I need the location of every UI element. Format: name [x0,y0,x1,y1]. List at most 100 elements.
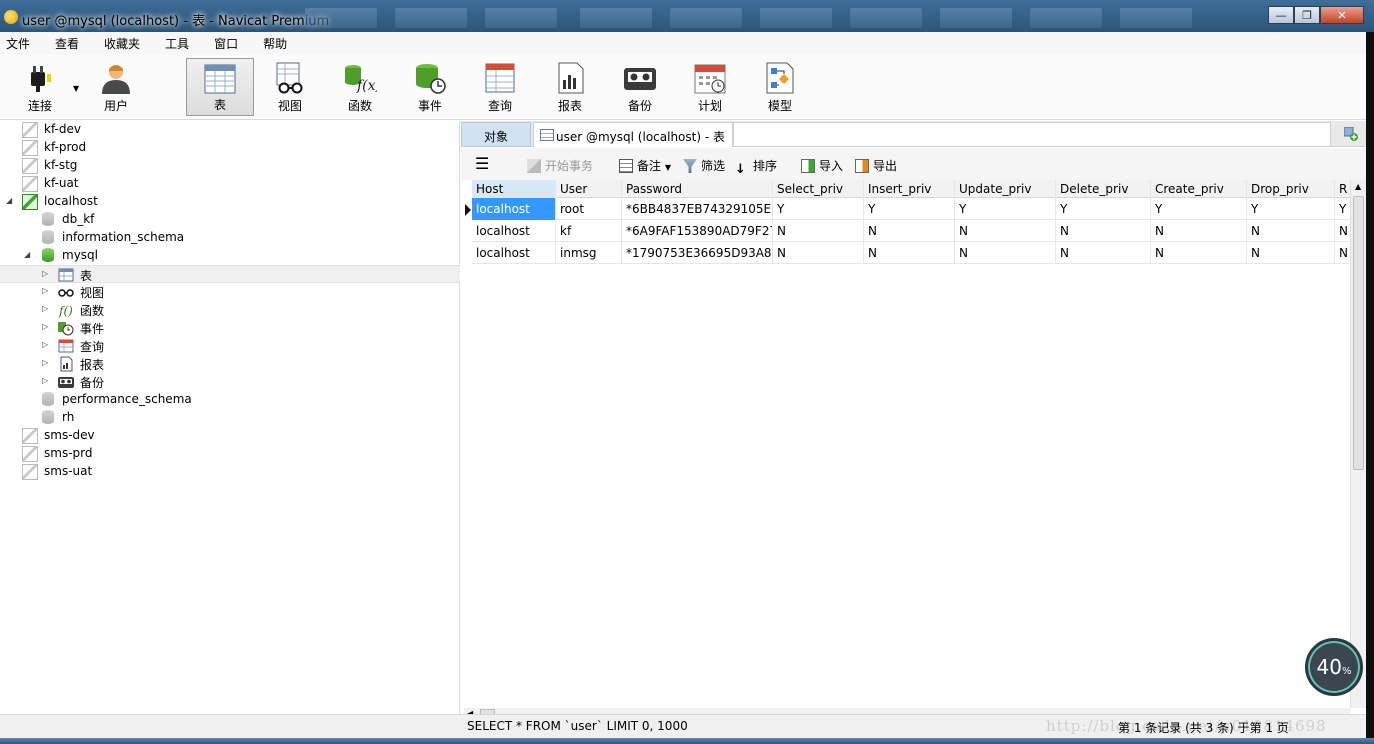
menu-tools[interactable]: 工具 [159,32,196,54]
cell-user[interactable]: kf [556,220,622,242]
column-header-drop-priv[interactable]: Drop_priv [1247,180,1335,198]
cell-select-priv[interactable]: N [773,220,864,242]
cell-delete-priv[interactable]: Y [1056,198,1151,220]
cell-password[interactable]: *1790753E36695D93A8EB [622,242,773,264]
vertical-scroll-thumb[interactable] [1353,196,1364,470]
column-header-create-priv[interactable]: Create_priv [1151,180,1247,198]
tree-item-sms-prd[interactable]: sms-prd [0,445,460,463]
event-button[interactable]: 事件 [396,58,464,116]
import-button[interactable]: 导入 [801,157,843,174]
expand-arrow-icon[interactable]: ▷ [42,376,52,385]
tab-user-table[interactable]: user @mysql (localhost) - 表 [533,122,733,147]
table-button[interactable]: 表 [186,58,254,116]
export-button[interactable]: 导出 [855,157,897,174]
cell-insert-priv[interactable]: Y [864,198,955,220]
connect-dropdown-icon[interactable]: ▼ [73,84,79,93]
hamburger-menu-icon[interactable]: ☰ [475,154,489,173]
cell-user[interactable]: root [556,198,622,220]
table-row[interactable]: localhost root *6BB4837EB74329105EE4 Y Y… [472,198,1350,220]
menu-view[interactable]: 查看 [49,32,86,54]
expand-arrow-icon[interactable]: ▷ [42,286,52,295]
column-header-select-priv[interactable]: Select_priv [773,180,864,198]
tab-objects[interactable]: 对象 [461,122,531,147]
tree-item-reports[interactable]: ▷ 报表 [0,355,460,373]
view-button[interactable]: 视图 [256,58,324,116]
expand-arrow-icon[interactable]: ▷ [42,340,52,349]
tree-item-tables[interactable]: ▷ 表 [0,265,460,283]
close-button[interactable]: ✕ [1320,6,1364,24]
cell-host[interactable]: localhost [472,198,556,220]
cell-select-priv[interactable]: N [773,242,864,264]
user-button[interactable]: 用户 [82,58,150,116]
collapse-arrow-icon[interactable]: ◢ [6,196,16,205]
memo-dropdown-icon[interactable]: ▼ [665,163,671,172]
memo-button[interactable]: 备注 ▼ [619,157,671,174]
cell-create-priv[interactable]: Y [1151,198,1247,220]
menu-favorites[interactable]: 收藏夹 [98,32,147,54]
collapse-arrow-icon[interactable]: ◢ [24,250,34,259]
menu-window[interactable]: 窗口 [208,32,245,54]
cell-delete-priv[interactable]: N [1056,220,1151,242]
begin-transaction-button[interactable]: 开始事务 [527,157,593,174]
cell-delete-priv[interactable]: N [1056,242,1151,264]
vertical-scrollbar[interactable]: ▲ [1350,180,1366,708]
cell-insert-priv[interactable]: N [864,242,955,264]
filter-button[interactable]: 筛选 [683,157,725,174]
cell-drop-priv[interactable]: Y [1247,198,1335,220]
tree-item-kf-dev[interactable]: kf-dev [0,121,460,139]
cell-update-priv[interactable]: N [955,242,1056,264]
expand-arrow-icon[interactable]: ▷ [42,269,52,278]
tree-item-views[interactable]: ▷ 视图 [0,283,460,301]
cell-user[interactable]: inmsg [556,242,622,264]
tree-item-kf-prod[interactable]: kf-prod [0,139,460,157]
tree-item-information_schema[interactable]: information_schema [0,229,460,247]
new-tab-icon[interactable] [1344,127,1358,141]
column-header-user[interactable]: User [556,180,622,198]
cell-update-priv[interactable]: N [955,220,1056,242]
column-header-r[interactable]: R [1335,180,1350,198]
tree-item-functions[interactable]: ▷ f() 函数 [0,301,460,319]
cell-password[interactable]: *6BB4837EB74329105EE4 [622,198,773,220]
function-button[interactable]: f(x) 函数 [326,58,394,116]
minimize-button[interactable]: — [1268,6,1294,24]
column-header-delete-priv[interactable]: Delete_priv [1056,180,1151,198]
expand-arrow-icon[interactable]: ▷ [42,358,52,367]
tree-item-kf-stg[interactable]: kf-stg [0,157,460,175]
schedule-button[interactable]: 计划 [676,58,744,116]
tree-item-mysql[interactable]: ◢ mysql [0,247,460,265]
sort-button[interactable]: ↓ 排序 [735,157,777,177]
cell-r[interactable]: N [1335,242,1350,264]
cell-r[interactable]: N [1335,220,1350,242]
tree-item-kf-uat[interactable]: kf-uat [0,175,460,193]
model-button[interactable]: 模型 [746,58,814,116]
backup-button[interactable]: 备份 [606,58,674,116]
tree-item-rh[interactable]: rh [0,409,460,427]
tree-item-backups[interactable]: ▷ 备份 [0,373,460,391]
expand-arrow-icon[interactable]: ▷ [42,322,52,331]
tree-item-localhost[interactable]: ◢ localhost [0,193,460,211]
cell-r[interactable]: Y [1335,198,1350,220]
tree-item-events[interactable]: ▷ 事件 [0,319,460,337]
tree-item-performance_schema[interactable]: performance_schema [0,391,460,409]
scroll-up-icon[interactable]: ▲ [1355,182,1361,191]
cell-update-priv[interactable]: Y [955,198,1056,220]
tree-item-db_kf[interactable]: db_kf [0,211,460,229]
column-header-password[interactable]: Password [622,180,773,198]
speed-overlay-widget[interactable]: 40% [1305,638,1363,696]
menu-file[interactable]: 文件 [0,32,37,54]
cell-create-priv[interactable]: N [1151,242,1247,264]
tree-item-sms-uat[interactable]: sms-uat [0,463,460,481]
table-row[interactable]: localhost inmsg *1790753E36695D93A8EB N … [472,242,1350,264]
tree-item-sms-dev[interactable]: sms-dev [0,427,460,445]
cell-select-priv[interactable]: Y [773,198,864,220]
table-row[interactable]: localhost kf *6A9FAF153890AD79F278 N N N… [472,220,1350,242]
column-header-update-priv[interactable]: Update_priv [955,180,1056,198]
cell-host[interactable]: localhost [472,242,556,264]
report-button[interactable]: 报表 [536,58,604,116]
tree-item-queries[interactable]: ▷ 查询 [0,337,460,355]
expand-arrow-icon[interactable]: ▷ [42,304,52,313]
cell-create-priv[interactable]: N [1151,220,1247,242]
cell-drop-priv[interactable]: N [1247,242,1335,264]
maximize-button[interactable]: ❐ [1294,6,1320,24]
menu-help[interactable]: 帮助 [257,32,294,54]
